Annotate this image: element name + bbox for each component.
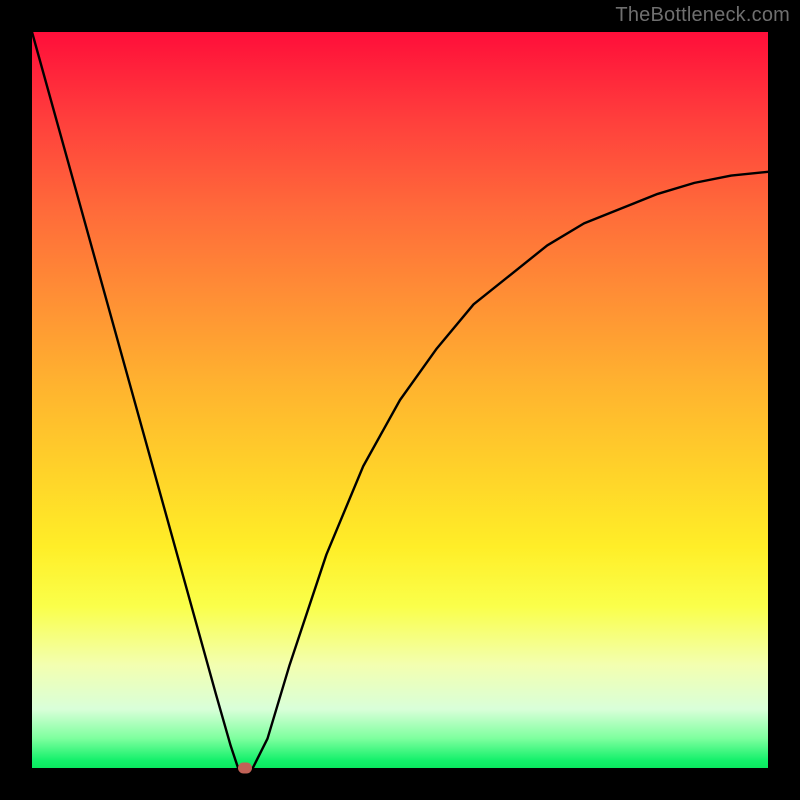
- curve-svg: [32, 32, 768, 768]
- chart-frame: TheBottleneck.com: [0, 0, 800, 800]
- bottleneck-curve: [32, 32, 768, 768]
- plot-area: [32, 32, 768, 768]
- watermark-text: TheBottleneck.com: [615, 4, 790, 27]
- optimum-marker: [238, 763, 252, 774]
